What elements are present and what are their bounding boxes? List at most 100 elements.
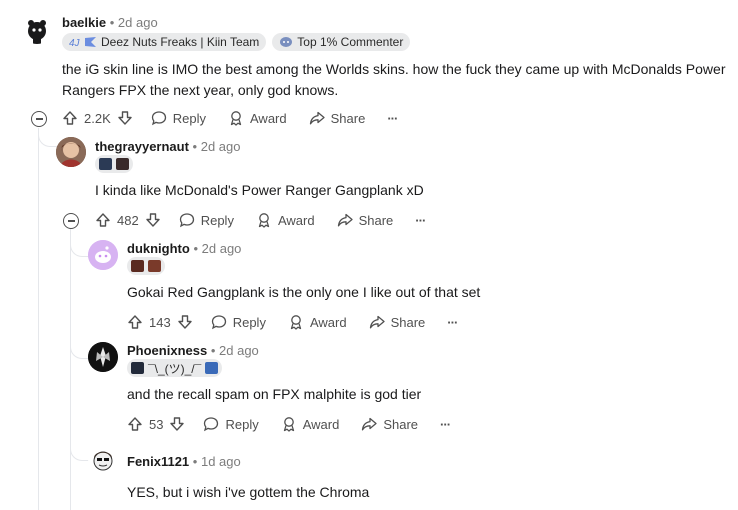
- avatar[interactable]: [88, 240, 118, 270]
- award-icon: [281, 416, 297, 432]
- share-button[interactable]: Share: [361, 416, 418, 432]
- more-options-icon: ···: [415, 212, 426, 228]
- share-label: Share: [358, 212, 394, 228]
- username[interactable]: baelkie: [62, 15, 106, 30]
- share-button[interactable]: Share: [337, 212, 394, 228]
- more-options-button[interactable]: ···: [415, 212, 426, 228]
- award-button[interactable]: Award: [288, 314, 347, 330]
- username[interactable]: Fenix1121: [127, 454, 189, 469]
- avatar[interactable]: [22, 14, 52, 44]
- separator: •: [192, 139, 198, 154]
- username[interactable]: thegrayyernaut: [95, 139, 189, 154]
- user-avatar-icon: [88, 342, 118, 372]
- comment-actions: 143 Reply Award Share ···: [127, 310, 479, 334]
- reply-label: Reply: [232, 314, 266, 330]
- flair-text: Top 1% Commenter: [297, 35, 404, 49]
- flair-emoji-icon: [131, 260, 144, 272]
- share-label: Share: [330, 110, 366, 126]
- vote-count: 143: [149, 314, 171, 330]
- timestamp[interactable]: 2d ago: [201, 139, 241, 154]
- top-commenter-badge: Top 1% Commenter: [272, 33, 411, 51]
- upvote-icon[interactable]: [95, 212, 111, 228]
- more-options-button[interactable]: ···: [387, 110, 398, 126]
- award-button[interactable]: Award: [281, 416, 340, 432]
- comment-meta: thegrayyernaut • 2d ago: [95, 139, 241, 154]
- thread-connector: [70, 228, 91, 461]
- username[interactable]: duknighto: [127, 241, 190, 256]
- share-button[interactable]: Share: [309, 110, 366, 126]
- comment-meta: Fenix1121 • 1d ago: [127, 454, 241, 469]
- comment-meta: baelkie • 2d ago: [62, 15, 158, 30]
- flair-row: [127, 257, 165, 275]
- award-label: Award: [277, 212, 315, 228]
- more-options-icon: ···: [387, 110, 398, 126]
- timestamp[interactable]: 1d ago: [201, 454, 241, 469]
- flair-emoji-icon: [205, 362, 219, 374]
- team-logo-icon: 4J: [69, 36, 97, 48]
- comment-actions: 482 Reply Award Share ···: [95, 208, 447, 232]
- vote-count: 482: [117, 212, 139, 228]
- comment-body: YES, but i wish i've gottem the Chroma: [127, 484, 370, 500]
- timestamp[interactable]: 2d ago: [202, 241, 242, 256]
- reply-button[interactable]: Reply: [151, 110, 206, 126]
- reply-icon: [151, 110, 167, 126]
- downvote-icon[interactable]: [117, 110, 133, 126]
- share-icon: [369, 314, 385, 330]
- award-icon: [228, 110, 244, 126]
- vote-count: 53: [149, 416, 164, 432]
- thread-line-root: [38, 128, 39, 510]
- reply-button[interactable]: Reply: [211, 314, 266, 330]
- user-avatar-icon: [56, 137, 86, 167]
- award-button[interactable]: Award: [256, 212, 315, 228]
- user-flair: [127, 257, 165, 275]
- award-label: Award: [302, 416, 340, 432]
- share-label: Share: [390, 314, 426, 330]
- flair-row: 4J Deez Nuts Freaks | Kiin Team Top 1% C…: [62, 33, 411, 51]
- comment-body: the iG skin line is IMO the best among t…: [62, 61, 726, 98]
- more-options-button[interactable]: ···: [440, 416, 451, 432]
- comment-body: I kinda like McDonald's Power Ranger Gan…: [95, 182, 424, 198]
- avatar[interactable]: [88, 444, 118, 474]
- downvote-icon[interactable]: [177, 314, 193, 330]
- commenter-badge-icon: [279, 36, 293, 48]
- share-icon: [309, 110, 325, 126]
- upvote-icon[interactable]: [127, 416, 143, 432]
- flair-emoji-icon: [116, 158, 129, 170]
- avatar[interactable]: [88, 342, 118, 372]
- svg-text:4J: 4J: [69, 38, 81, 48]
- comment-body: and the recall spam on FPX malphite is g…: [127, 386, 422, 402]
- avatar[interactable]: [56, 137, 86, 167]
- vote-group: 143: [127, 314, 193, 330]
- collapse-button[interactable]: [63, 213, 79, 229]
- comment-actions: 53 Reply Award Share ···: [127, 412, 472, 436]
- flair-row: ¯\_(ツ)_/¯: [127, 359, 223, 377]
- vote-group: 482: [95, 212, 161, 228]
- more-options-icon: ···: [447, 314, 458, 330]
- downvote-icon[interactable]: [145, 212, 161, 228]
- timestamp[interactable]: 2d ago: [219, 343, 259, 358]
- flair-text: Deez Nuts Freaks | Kiin Team: [101, 35, 260, 49]
- award-label: Award: [250, 110, 287, 126]
- reply-label: Reply: [172, 110, 206, 126]
- reply-label: Reply: [200, 212, 234, 228]
- award-button[interactable]: Award: [228, 110, 287, 126]
- reply-button[interactable]: Reply: [179, 212, 234, 228]
- flair-text: ¯\_(ツ)_/¯: [148, 361, 202, 376]
- timestamp[interactable]: 2d ago: [118, 15, 158, 30]
- share-button[interactable]: Share: [369, 314, 426, 330]
- upvote-icon[interactable]: [127, 314, 143, 330]
- reply-button[interactable]: Reply: [203, 416, 259, 432]
- more-options-button[interactable]: ···: [447, 314, 458, 330]
- collapse-button[interactable]: [31, 111, 47, 127]
- more-options-icon: ···: [440, 416, 451, 432]
- reply-label: Reply: [225, 416, 259, 432]
- comment-body: Gokai Red Gangplank is the only one I li…: [127, 284, 481, 300]
- upvote-icon[interactable]: [62, 110, 78, 126]
- user-flair: [95, 155, 133, 173]
- separator: •: [193, 241, 199, 256]
- comment-meta: duknighto • 2d ago: [127, 241, 241, 256]
- separator: •: [210, 343, 216, 358]
- vote-group: 2.2K: [62, 110, 133, 126]
- username[interactable]: Phoenixness: [127, 343, 207, 358]
- downvote-icon[interactable]: [169, 416, 185, 432]
